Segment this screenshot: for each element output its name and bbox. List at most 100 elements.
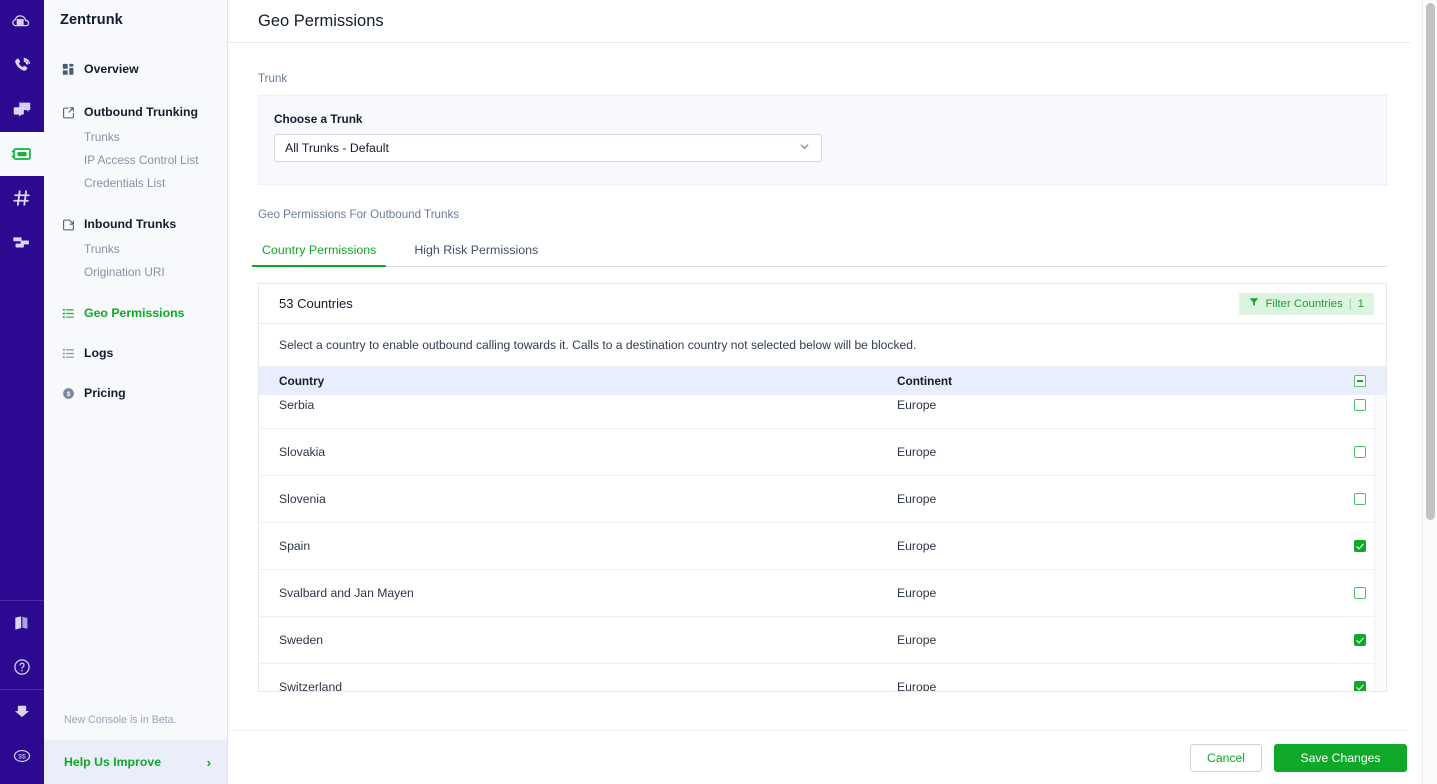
content-area: Trunk Choose a Trunk All Trunks - Defaul… <box>228 72 1437 692</box>
sidebar-item-geo-permissions[interactable]: Geo Permissions <box>44 300 227 326</box>
page-scrollbar[interactable] <box>1422 0 1437 784</box>
help-question-icon <box>12 657 32 677</box>
tab-high-risk-permissions[interactable]: High Risk Permissions <box>410 243 542 266</box>
row-checkbox[interactable] <box>1354 634 1366 646</box>
sidebar-item-label: Inbound Trunks <box>84 217 176 231</box>
cell-continent: Europe <box>897 492 1346 506</box>
filter-funnel-icon <box>1249 297 1259 310</box>
sidebar-subitem-inbound-trunks[interactable]: Trunks <box>44 237 227 260</box>
row-checkbox[interactable] <box>1354 493 1366 505</box>
rail-item-help[interactable] <box>0 645 44 689</box>
dollar-circle-icon: $ <box>62 387 75 400</box>
sidebar-item-label: Geo Permissions <box>84 306 184 320</box>
rail-item-phone-numbers[interactable] <box>0 44 44 88</box>
row-checkbox[interactable] <box>1354 681 1366 691</box>
tab-country-permissions[interactable]: Country Permissions <box>258 243 380 266</box>
cell-checkbox-wrap[interactable] <box>1346 587 1374 599</box>
cell-continent: Europe <box>897 539 1346 553</box>
cell-country: Switzerland <box>279 680 897 691</box>
cell-checkbox-wrap[interactable] <box>1346 681 1374 691</box>
cell-checkbox-wrap[interactable] <box>1346 493 1374 505</box>
cell-checkbox-wrap[interactable] <box>1346 399 1374 411</box>
select-all-checkbox[interactable] <box>1354 375 1366 387</box>
nav-gap-3 <box>44 283 227 300</box>
rail-item-pricing[interactable]: $$ <box>0 734 44 778</box>
cell-continent: Europe <box>897 445 1346 459</box>
chevron-right-icon: › <box>207 755 211 770</box>
row-checkbox[interactable] <box>1354 399 1366 411</box>
sidebar-item-outbound-trunking[interactable]: Outbound Trunking <box>44 99 227 125</box>
sidebar-item-inbound-trunks[interactable]: Inbound Trunks <box>44 211 227 237</box>
trunk-select[interactable]: All Trunks - Default <box>274 134 822 162</box>
column-header-select-all[interactable] <box>1346 375 1374 387</box>
table-row[interactable]: Switzerland Europe <box>259 664 1386 691</box>
filter-countries-label: Filter Countries <box>1265 298 1342 310</box>
countries-card: 53 Countries Filter Countries | 1 Select… <box>258 283 1387 692</box>
beta-note: New Console is in Beta. <box>44 714 227 740</box>
sidebar-subitem-outbound-trunks[interactable]: Trunks <box>44 125 227 148</box>
billing-envelope-icon <box>12 702 32 722</box>
table-row[interactable]: Slovenia Europe <box>259 476 1386 523</box>
row-checkbox[interactable] <box>1354 540 1366 552</box>
rail-item-flows[interactable] <box>0 220 44 264</box>
sidebar-item-pricing[interactable]: $ Pricing <box>44 380 227 406</box>
rail-item-docs[interactable] <box>0 601 44 645</box>
rail-bottom-group: $$ <box>0 600 44 784</box>
cell-continent: Europe <box>897 586 1346 600</box>
nav-gap-5 <box>44 366 227 380</box>
sidebar-item-overview[interactable]: Overview <box>44 56 227 82</box>
sidebar-item-logs[interactable]: Logs <box>44 340 227 366</box>
cell-country: Spain <box>279 539 897 553</box>
row-checkbox[interactable] <box>1354 587 1366 599</box>
flows-icon <box>11 231 33 253</box>
column-header-continent: Continent <box>897 374 1346 388</box>
sidebar-item-label: Logs <box>84 346 113 360</box>
sidebar-footer: New Console is in Beta. Help Us Improve … <box>44 714 227 784</box>
hash-icon <box>11 187 33 209</box>
rail-item-sip-trunking[interactable] <box>0 132 44 176</box>
table-row[interactable]: Serbia Europe <box>259 395 1386 429</box>
secondary-sidebar: Zentrunk Overview <box>44 0 228 784</box>
help-us-improve-label: Help Us Improve <box>64 755 161 769</box>
inbound-arrow-icon <box>62 218 75 231</box>
filter-count-badge: 1 <box>1358 298 1364 310</box>
cell-country: Slovakia <box>279 445 897 459</box>
nav-gap-2 <box>44 194 227 211</box>
permissions-tabs: Country Permissions High Risk Permission… <box>258 237 1387 267</box>
chevron-down-icon <box>798 140 811 156</box>
rail-item-numbers[interactable] <box>0 176 44 220</box>
cell-continent: Europe <box>897 680 1346 691</box>
cell-checkbox-wrap[interactable] <box>1346 540 1374 552</box>
rail-item-billing[interactable] <box>0 690 44 734</box>
sidebar-item-label: Overview <box>84 62 139 76</box>
table-row[interactable]: Sweden Europe <box>259 617 1386 664</box>
table-header-row: Country Continent <box>259 367 1386 395</box>
rail-item-messaging[interactable] <box>0 88 44 132</box>
filter-countries-button[interactable]: Filter Countries | 1 <box>1239 293 1374 315</box>
outbound-arrow-icon <box>62 106 75 119</box>
card-header: 53 Countries Filter Countries | 1 <box>259 284 1386 324</box>
cell-country: Sweden <box>279 633 897 647</box>
table-scrollbar[interactable] <box>1374 395 1385 691</box>
table-row[interactable]: Svalbard and Jan Mayen Europe <box>259 570 1386 617</box>
dollar-coin-icon: $$ <box>12 746 32 766</box>
save-changes-button[interactable]: Save Changes <box>1274 744 1407 772</box>
cell-checkbox-wrap[interactable] <box>1346 446 1374 458</box>
list-icon <box>62 347 75 360</box>
cancel-button[interactable]: Cancel <box>1190 744 1262 772</box>
choose-a-trunk-label: Choose a Trunk <box>274 112 1371 126</box>
row-checkbox[interactable] <box>1354 446 1366 458</box>
help-us-improve-button[interactable]: Help Us Improve › <box>44 740 227 784</box>
page-scrollbar-thumb[interactable] <box>1426 3 1435 520</box>
sidebar-subitem-origination-uri[interactable]: Origination URI <box>44 260 227 283</box>
sidebar-subitem-ip-access-control-list[interactable]: IP Access Control List <box>44 148 227 171</box>
table-row[interactable]: Slovakia Europe <box>259 429 1386 476</box>
main-content: Geo Permissions Trunk Choose a Trunk All… <box>228 0 1437 784</box>
table-row[interactable]: Spain Europe <box>259 523 1386 570</box>
trunk-section-label: Trunk <box>258 72 1407 85</box>
cloud-dialpad-icon <box>11 11 33 33</box>
page-title: Geo Permissions <box>258 12 384 31</box>
cell-checkbox-wrap[interactable] <box>1346 634 1374 646</box>
rail-item-voice-cloud[interactable] <box>0 0 44 44</box>
sidebar-subitem-credentials-list[interactable]: Credentials List <box>44 171 227 194</box>
